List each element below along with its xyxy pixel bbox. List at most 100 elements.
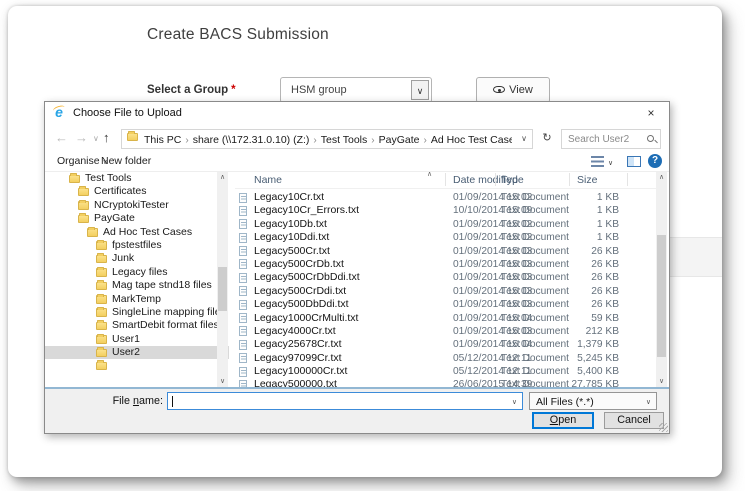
column-headers: Name ∧ Date modified Type Size	[235, 172, 656, 189]
back-icon[interactable]: ←	[55, 130, 68, 145]
tree-item[interactable]: User2	[45, 346, 229, 359]
address-bar: ← → ∨ ↑ This PC›share (\\172.31.0.10) (Z…	[45, 125, 669, 152]
folder-icon	[127, 133, 138, 142]
file-type-dropdown-icon[interactable]: ∨	[646, 398, 651, 406]
up-icon[interactable]: ↑	[103, 130, 110, 145]
search-icon[interactable]	[647, 135, 654, 142]
cancel-button[interactable]: Cancel	[604, 412, 664, 429]
preview-pane-icon[interactable]	[627, 156, 641, 167]
text-file-icon	[239, 300, 247, 310]
column-divider[interactable]	[445, 173, 446, 186]
breadcrumb-separator-icon[interactable]: ›	[367, 135, 378, 146]
tree-item[interactable]: Legacy files	[45, 266, 229, 279]
file-row[interactable]: Legacy10Cr_Errors.txt 10/10/2014 15:09 T…	[235, 204, 656, 217]
tree-item[interactable]: Test Tools	[45, 172, 229, 185]
file-row[interactable]: Legacy500DbDdi.txt 01/09/2014 15:03 Text…	[235, 298, 656, 311]
column-header-size[interactable]: Size	[577, 174, 597, 186]
text-file-icon	[239, 313, 247, 323]
tree-item[interactable]: Mag tape stnd18 files	[45, 279, 229, 292]
breadcrumb-segment[interactable]: This PC	[144, 134, 181, 146]
file-row[interactable]: Legacy10Ddi.txt 01/09/2014 15:02 Text Do…	[235, 231, 656, 244]
tree-item[interactable]: Ad Hoc Test Cases	[45, 226, 229, 239]
file-size: 1 KB	[535, 191, 619, 204]
forward-icon[interactable]: →	[75, 130, 88, 145]
file-row[interactable]: Legacy500CrDb.txt 01/09/2014 15:03 Text …	[235, 258, 656, 271]
new-folder-button[interactable]: New folder	[101, 155, 151, 167]
file-row[interactable]: Legacy100000Cr.txt 05/12/2014 12:11 Text…	[235, 365, 656, 378]
tree-item[interactable]: PayGate	[45, 212, 229, 225]
text-caret	[172, 396, 173, 408]
file-row[interactable]: Legacy97099Cr.txt 05/12/2014 12:11 Text …	[235, 352, 656, 365]
scroll-up-icon[interactable]: ∧	[656, 172, 667, 183]
file-row[interactable]: Legacy1000CrMulti.txt 01/09/2014 15:04 T…	[235, 312, 656, 325]
breadcrumb-separator-icon[interactable]: ›	[181, 135, 192, 146]
recent-locations-icon[interactable]: ∨	[93, 134, 99, 143]
files-scrollbar[interactable]: ∧ ∨	[656, 172, 667, 387]
dialog-titlebar[interactable]: e Choose File to Upload ×	[45, 102, 669, 125]
tree-item-label: Legacy files	[112, 266, 167, 279]
breadcrumb[interactable]: This PC›share (\\172.31.0.10) (Z:)›Test …	[121, 129, 533, 149]
change-view-icon[interactable]	[591, 156, 604, 167]
file-name: Legacy25678Cr.txt	[254, 338, 342, 351]
file-type-select[interactable]: All Files (*.*) ∨	[529, 392, 657, 410]
text-file-icon	[239, 233, 247, 243]
breadcrumb-segment[interactable]: Ad Hoc Test Cases	[431, 134, 512, 146]
group-select-value: HSM group	[291, 84, 347, 96]
scroll-down-icon[interactable]: ∨	[656, 376, 667, 387]
tree-item[interactable]: Certificates	[45, 185, 229, 198]
sort-ascending-icon: ∧	[427, 172, 432, 178]
tree-item[interactable]: NCryptokiTester	[45, 199, 229, 212]
file-name-dropdown-icon[interactable]: ∨	[512, 398, 517, 406]
tree-item[interactable]: MarkTemp	[45, 293, 229, 306]
file-row[interactable]: Legacy4000Cr.txt 01/09/2014 15:03 Text D…	[235, 325, 656, 338]
close-icon[interactable]: ×	[641, 105, 661, 122]
tree-item[interactable]: SingleLine mapping files	[45, 306, 229, 319]
dialog-title: Choose File to Upload	[73, 107, 182, 119]
tree-item[interactable]: Junk	[45, 252, 229, 265]
scroll-down-icon[interactable]: ∨	[217, 376, 228, 387]
column-header-type[interactable]: Type	[501, 174, 524, 186]
file-size: 27,785 KB	[535, 378, 619, 387]
breadcrumb-segment[interactable]: PayGate	[379, 134, 420, 146]
file-row[interactable]: Legacy500CrDdi.txt 01/09/2014 15:03 Text…	[235, 285, 656, 298]
file-row[interactable]: Legacy10Db.txt 01/09/2014 15:02 Text Doc…	[235, 218, 656, 231]
file-row[interactable]: Legacy25678Cr.txt 01/09/2014 15:04 Text …	[235, 338, 656, 351]
file-name: Legacy97099Cr.txt	[254, 352, 342, 365]
tree-item[interactable]: SmartDebit format files	[45, 319, 229, 332]
file-name-input[interactable]: ∨	[167, 392, 523, 410]
breadcrumb-segment[interactable]: share (\\172.31.0.10) (Z:)	[193, 134, 310, 146]
file-row[interactable]: Legacy500CrDbDdi.txt 01/09/2014 15:03 Te…	[235, 271, 656, 284]
column-divider[interactable]	[569, 173, 570, 186]
open-button[interactable]: Open	[532, 412, 594, 429]
tree-scrollbar-thumb[interactable]	[218, 267, 227, 311]
breadcrumb-dropdown-icon[interactable]: ∨	[521, 134, 527, 143]
file-row[interactable]: Legacy500Cr.txt 01/09/2014 15:03 Text Do…	[235, 245, 656, 258]
help-icon[interactable]: ?	[648, 154, 662, 168]
view-options-chevron-icon[interactable]: ∨	[608, 159, 613, 167]
group-select[interactable]: HSM group ∨	[280, 77, 432, 103]
file-row[interactable]: Legacy10Cr.txt 01/09/2014 15:02 Text Doc…	[235, 191, 656, 204]
view-button[interactable]: View	[476, 77, 550, 103]
tree-item[interactable]: fpstestfiles	[45, 239, 229, 252]
column-divider[interactable]	[627, 173, 628, 186]
text-file-icon	[239, 380, 247, 387]
file-row[interactable]: Legacy500000.txt 26/06/2015 14:39 Text D…	[235, 378, 656, 387]
scroll-up-icon[interactable]: ∧	[217, 172, 228, 183]
breadcrumb-segment[interactable]: Test Tools	[321, 134, 368, 146]
tree-scrollbar[interactable]: ∧ ∨	[217, 172, 228, 387]
column-divider[interactable]	[495, 173, 496, 186]
refresh-icon[interactable]: ↻	[537, 129, 557, 149]
breadcrumb-separator-icon[interactable]: ›	[419, 135, 430, 146]
text-file-icon	[239, 340, 247, 350]
breadcrumb-separator-icon[interactable]: ›	[309, 135, 320, 146]
resize-grip-icon[interactable]	[659, 423, 668, 432]
select-arrow-icon[interactable]: ∨	[411, 80, 429, 100]
dialog-main-area: Test Tools Certificates NCryptokiTester …	[45, 172, 669, 387]
files-scrollbar-thumb[interactable]	[657, 235, 666, 357]
tree-item[interactable]: User1	[45, 333, 229, 346]
column-header-name[interactable]: Name	[254, 174, 282, 186]
search-input[interactable]: Search User2	[561, 129, 661, 149]
tree-item[interactable]	[45, 359, 229, 372]
tree-item-label: SmartDebit format files	[112, 319, 219, 332]
file-size: 26 KB	[535, 298, 619, 311]
